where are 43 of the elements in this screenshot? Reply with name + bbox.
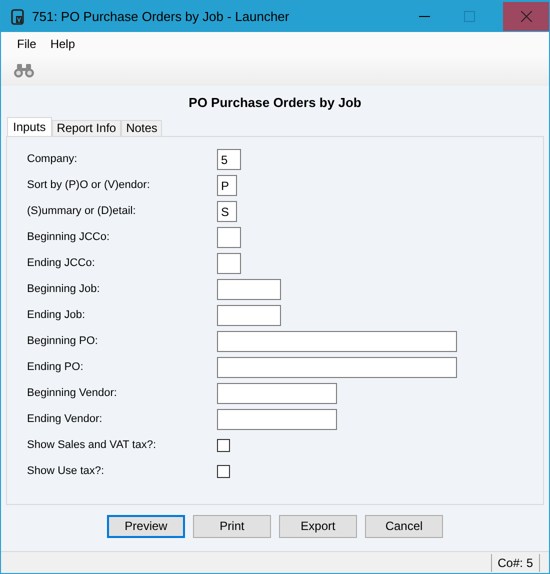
input-field[interactable] xyxy=(217,253,241,274)
field-label: Show Sales and VAT tax?: xyxy=(27,438,158,454)
input-field[interactable]: P xyxy=(217,175,237,196)
field-label: Ending JCCo: xyxy=(27,256,96,272)
tab[interactable]: Notes xyxy=(121,120,162,136)
field-label: Beginning Job: xyxy=(27,282,101,298)
input-field[interactable]: 5 xyxy=(217,149,241,170)
field-label: Ending Vendor: xyxy=(27,412,104,428)
field-label: Beginning JCCo: xyxy=(27,230,111,246)
input-field[interactable] xyxy=(217,331,457,352)
input-field[interactable] xyxy=(217,383,337,404)
input-field[interactable] xyxy=(217,227,241,248)
field-label: Ending Job: xyxy=(27,308,86,324)
input-field[interactable] xyxy=(217,357,457,378)
input-field[interactable]: S xyxy=(217,201,237,222)
field-label: Ending PO: xyxy=(27,360,84,376)
report-title: PO Purchase Orders by Job xyxy=(188,94,362,112)
field-label: Beginning Vendor: xyxy=(27,386,118,402)
close-button[interactable] xyxy=(503,2,549,31)
field-label: Company: xyxy=(27,152,78,168)
app-icon xyxy=(11,8,24,24)
menu-item[interactable]: Help xyxy=(43,34,82,52)
company-status: Co#: 5 xyxy=(490,554,540,572)
menu-item[interactable]: File xyxy=(10,34,44,52)
field-label: (S)ummary or (D)etail: xyxy=(27,204,137,220)
binoculars-icon[interactable] xyxy=(14,64,34,78)
minimize-icon[interactable] xyxy=(419,16,430,18)
checkbox[interactable] xyxy=(217,439,230,452)
dialog-button[interactable]: Cancel xyxy=(365,514,443,538)
input-field[interactable] xyxy=(217,409,337,430)
tab[interactable]: Report Info xyxy=(52,120,122,136)
dialog-button[interactable]: Print xyxy=(193,514,271,538)
checkbox[interactable] xyxy=(217,465,230,478)
close-icon xyxy=(520,11,532,22)
window-title: 751: PO Purchase Orders by Job - Launcher xyxy=(32,8,290,26)
dialog-button[interactable]: Export xyxy=(279,514,357,538)
field-label: Sort by (P)O or (V)endor: xyxy=(27,178,151,194)
field-label: Show Use tax?: xyxy=(27,464,106,480)
dialog-button[interactable]: Preview xyxy=(107,514,185,538)
input-field[interactable] xyxy=(217,305,281,326)
tab[interactable]: Inputs xyxy=(7,116,52,136)
input-field[interactable] xyxy=(217,279,281,300)
field-label: Beginning PO: xyxy=(27,334,99,350)
